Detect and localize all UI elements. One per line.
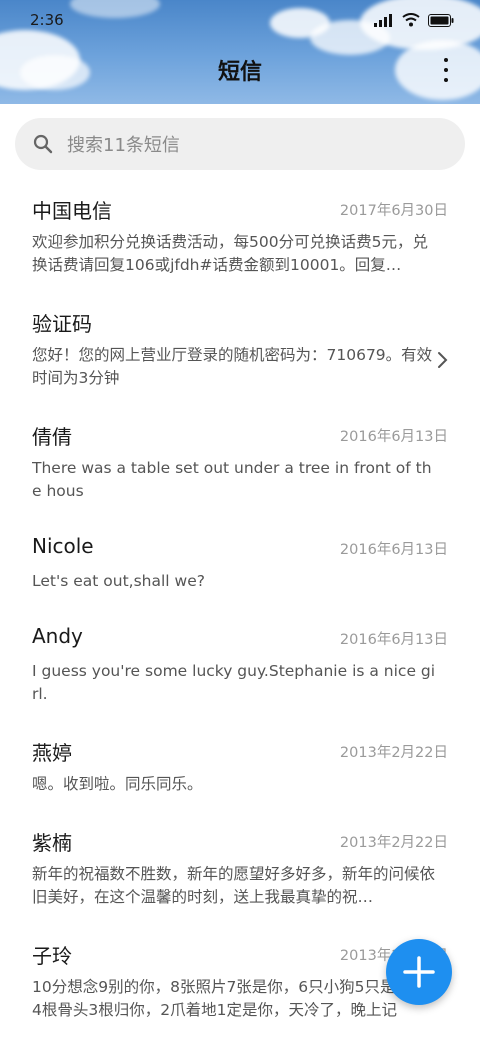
page-title: 短信 [217,60,262,85]
chevron-right-icon [438,352,448,368]
message-item[interactable]: 中国电信 2017年6月30日 欢迎参加积分兑换话费活动，每500分可兑换话费5… [0,195,480,285]
message-date: 2013年2月22日 [339,835,448,851]
message-date: 2013年2月22日 [339,745,448,761]
message-item[interactable]: 燕婷 2013年2月22日 嗯。收到啦。同乐同乐。 [0,737,480,807]
message-date: 2016年6月13日 [339,429,448,445]
status-icons [374,13,454,27]
message-sender: 子玲 [32,944,72,968]
message-item[interactable]: Nicole 2016年6月13日 Let's eat out,shall we… [0,534,480,604]
message-preview: 嗯。收到啦。同乐同乐。 [32,775,203,793]
status-bar: 2:36 [0,0,480,40]
message-preview: 您好！您的网上营业厅登录的随机密码为：710679。有效时间为3分钟 [32,346,433,387]
search-bar[interactable]: 搜索11条短信 [15,118,465,170]
message-preview: 新年的祝福数不胜数，新年的愿望好多好多，新年的问候依旧美好，在这个温馨的时刻，送… [32,865,436,906]
message-date: 2016年6月13日 [339,632,448,648]
message-preview: 10分想念9别的你，8张照片7张是你，6只小狗5只是你，4根骨头3根归你，2爪着… [32,978,427,1019]
message-sender: 燕婷 [32,741,72,765]
wifi-icon [402,13,420,27]
message-item[interactable]: 紫楠 2013年2月22日 新年的祝福数不胜数，新年的愿望好多好多，新年的问候依… [0,827,480,917]
search-placeholder: 搜索11条短信 [67,135,180,156]
search-icon [33,134,53,154]
message-sender: 紫楠 [32,831,72,855]
message-sender: Andy [32,624,83,648]
message-sender: 验证码 [32,312,92,336]
message-preview: There was a table set out under a tree i… [32,459,432,500]
signal-icon [374,13,392,27]
message-date: 2016年6月13日 [339,542,448,558]
message-item[interactable]: Andy 2016年6月13日 I guess you're some luck… [0,624,480,714]
messages-app: 2:36 短信 搜索11条短信 中国电信 2017年6月30日 欢迎参加积分兑换… [0,0,480,1040]
message-preview: Let's eat out,shall we? [32,572,205,590]
message-sender: Nicole [32,534,94,558]
more-options-button[interactable] [442,58,450,82]
message-preview: 欢迎参加积分兑换话费活动，每500分可兑换话费5元，兑换话费请回复106或jfd… [32,233,428,274]
message-item[interactable]: 验证码 您好！您的网上营业厅登录的随机密码为：710679。有效时间为3分钟 [0,308,480,398]
battery-icon [428,13,454,27]
header: 2:36 短信 [0,0,480,104]
message-item[interactable]: 倩倩 2016年6月13日 There was a table set out … [0,421,480,511]
message-date: 2017年6月30日 [339,203,448,219]
more-vertical-icon [444,58,448,62]
status-time: 2:36 [30,11,64,29]
compose-button[interactable] [386,939,452,1005]
plus-icon [403,956,435,988]
message-sender: 倩倩 [32,425,72,449]
message-sender: 中国电信 [32,199,112,223]
message-preview: I guess you're some lucky guy.Stephanie … [32,662,436,703]
